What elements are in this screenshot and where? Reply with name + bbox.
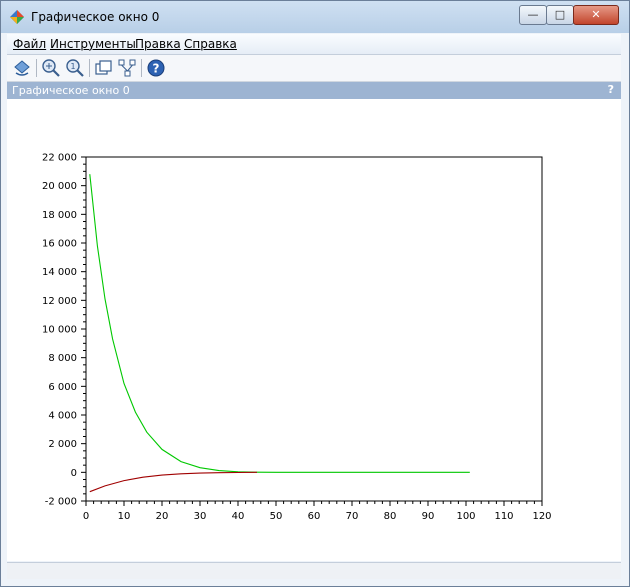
maximize-button[interactable]: □ <box>546 5 574 25</box>
y-tick-label: 22 000 <box>42 153 77 164</box>
x-tick-label: 10 <box>118 511 131 522</box>
y-tick-label: 20 000 <box>42 181 77 192</box>
toolbar-separator <box>36 59 37 77</box>
y-tick-label: 10 000 <box>42 325 77 336</box>
x-tick-label: 20 <box>156 511 169 522</box>
help-icon[interactable]: ? <box>146 58 166 78</box>
panel-help-button[interactable]: ? <box>608 83 614 96</box>
minimize-button[interactable]: — <box>519 5 547 25</box>
y-tick-label: 14 000 <box>42 267 77 278</box>
svg-text:?: ? <box>153 62 160 76</box>
x-tick-label: 80 <box>384 511 397 522</box>
zoom-in-icon[interactable] <box>41 58 61 78</box>
title-bar[interactable]: Графическое окно 0 — □ ✕ <box>1 1 629 33</box>
x-tick-label: 50 <box>270 511 283 522</box>
x-tick-label: 40 <box>232 511 245 522</box>
x-tick-label: 90 <box>422 511 435 522</box>
close-button[interactable]: ✕ <box>573 5 619 25</box>
rotate-icon[interactable] <box>12 58 32 78</box>
plot-frame <box>85 156 543 502</box>
x-tick-label: 30 <box>194 511 207 522</box>
x-tick-label: 120 <box>532 511 551 522</box>
x-tick-label: 100 <box>456 511 475 522</box>
x-tick-label: 0 <box>83 511 89 522</box>
series-line-1 <box>89 471 258 493</box>
zoom-out-icon[interactable]: 1 <box>65 58 85 78</box>
x-tick-label: 70 <box>346 511 359 522</box>
graphic-window: Графическое окно 0 — □ ✕ Файл Инструмент… <box>0 0 630 587</box>
scilab-app-icon <box>10 10 24 24</box>
y-tick-label: 0 <box>71 468 77 479</box>
menu-bar: Файл Инструменты Правка Справка <box>7 34 621 55</box>
toolbar: 1 ? <box>7 55 621 82</box>
y-tick-label: 16 000 <box>42 239 77 250</box>
y-tick-label: 12 000 <box>42 296 77 307</box>
y-tick-label: 2 000 <box>48 439 77 450</box>
x-tick-label: 110 <box>494 511 513 522</box>
panel-title: Графическое окно 0 <box>12 84 130 97</box>
toolbar-separator <box>89 59 90 77</box>
menu-tools[interactable]: Инструменты <box>50 37 136 51</box>
y-tick-label: 6 000 <box>48 382 77 393</box>
figure-panel-header: Графическое окно 0 ? <box>7 82 621 99</box>
series-line-0 <box>89 174 470 473</box>
plot-canvas[interactable]: 0 10 20 30 40 50 60 70 80 90 100 110 120 -2 000 0 2 000… <box>7 99 621 561</box>
new-window-icon[interactable] <box>94 58 114 78</box>
menu-edit[interactable]: Правка <box>135 37 181 51</box>
datatip-icon[interactable] <box>117 58 137 78</box>
menu-help[interactable]: Справка <box>184 37 237 51</box>
svg-text:1: 1 <box>70 62 75 71</box>
y-tick-label: 18 000 <box>42 210 77 221</box>
y-tick-label: -2 000 <box>45 497 77 508</box>
window-title: Графическое окно 0 <box>31 10 160 24</box>
line-chart[interactable]: 0 10 20 30 40 50 60 70 80 90 100 110 120 -2 000 0 2 000… <box>7 99 621 561</box>
status-bar <box>7 562 621 579</box>
y-tick-label: 8 000 <box>48 353 77 364</box>
x-tick-label: 60 <box>308 511 321 522</box>
toolbar-separator <box>141 59 142 77</box>
menu-file[interactable]: Файл <box>13 37 46 51</box>
y-tick-label: 4 000 <box>48 411 77 422</box>
